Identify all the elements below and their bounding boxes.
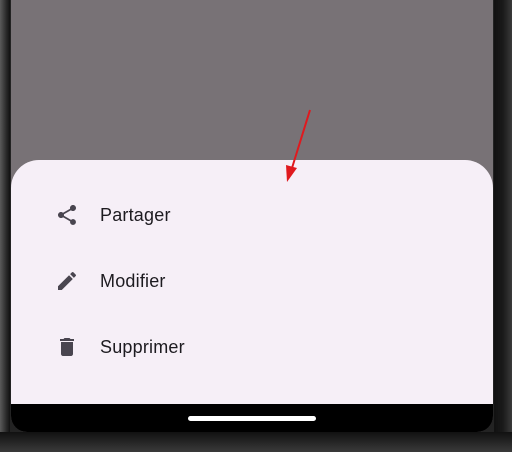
menu-item-label: Partager: [100, 204, 171, 225]
menu-item-delete[interactable]: Supprimer: [11, 314, 493, 380]
system-navigation-bar: [11, 404, 493, 432]
device-screen: Partager Modifier Supprimer: [11, 0, 493, 432]
menu-item-label: Supprimer: [100, 336, 185, 357]
bottom-sheet: Partager Modifier Supprimer: [11, 160, 493, 404]
home-indicator[interactable]: [188, 416, 316, 421]
device-frame-right-edge: [494, 0, 512, 452]
edit-icon: [55, 269, 79, 293]
menu-item-edit[interactable]: Modifier: [11, 248, 493, 314]
device-frame-left-edge: [0, 0, 10, 452]
menu-item-share[interactable]: Partager: [11, 182, 493, 248]
share-icon: [55, 203, 79, 227]
delete-icon: [55, 335, 79, 359]
device-frame: Partager Modifier Supprimer: [0, 0, 512, 452]
menu-item-label: Modifier: [100, 270, 166, 291]
device-frame-bottom-edge: [0, 432, 512, 452]
